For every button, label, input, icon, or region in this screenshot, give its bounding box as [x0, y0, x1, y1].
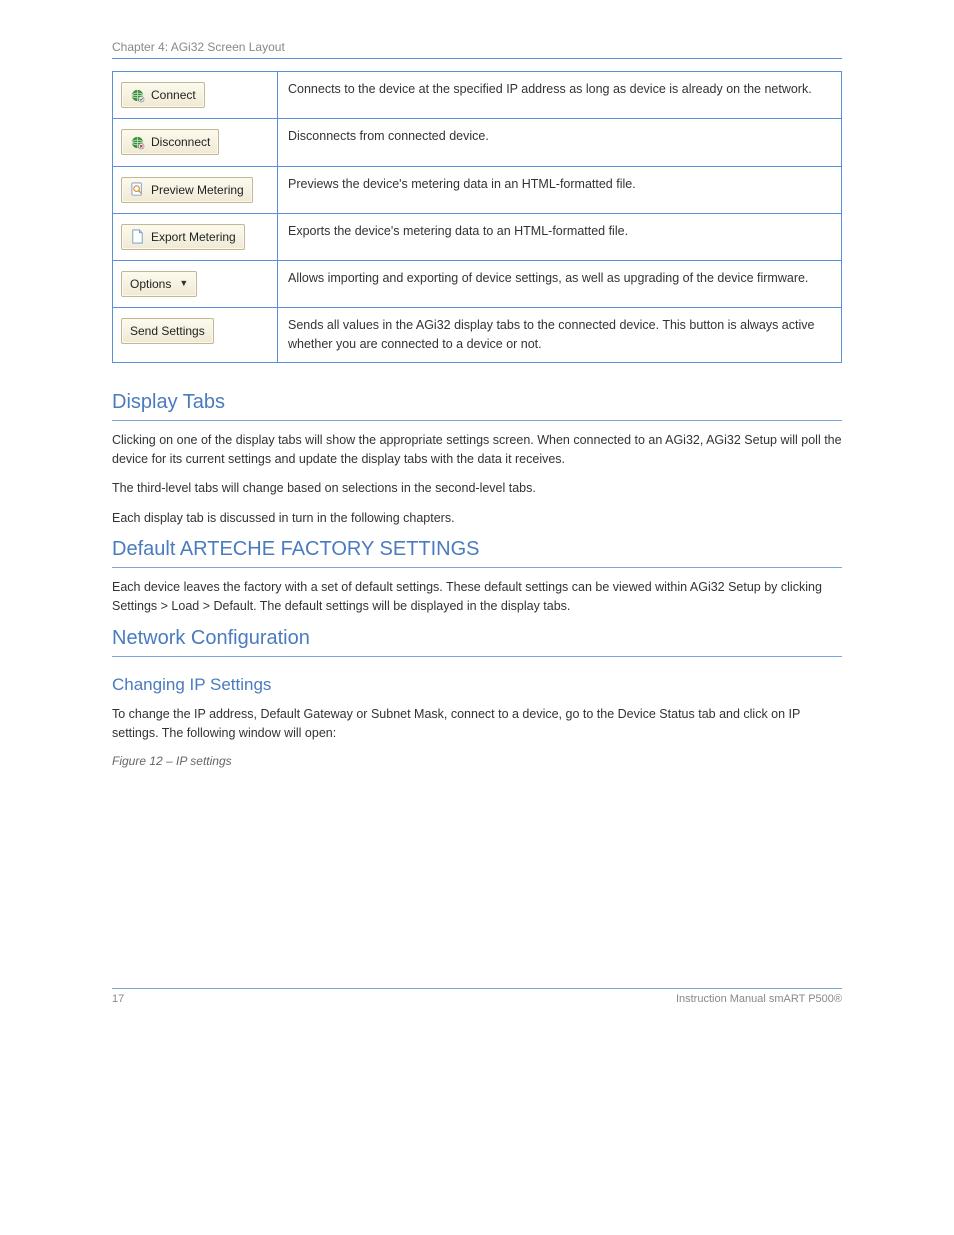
options-button[interactable]: Options ▼ — [121, 271, 197, 297]
button-description: Allows importing and exporting of device… — [278, 261, 842, 308]
chapter-header: Chapter 4: AGi32 Screen Layout — [112, 40, 842, 54]
button-description: Sends all values in the AGi32 display ta… — [278, 308, 842, 363]
page-number: 17 — [112, 993, 124, 1005]
page-icon — [130, 229, 145, 244]
section-display-tabs-title: Display Tabs — [112, 391, 842, 414]
button-label: Preview Metering — [151, 181, 244, 199]
globe-icon — [130, 88, 145, 103]
paragraph: To change the IP address, Default Gatewa… — [112, 705, 842, 744]
paragraph: Each device leaves the factory with a se… — [112, 578, 842, 617]
button-label: Disconnect — [151, 133, 210, 151]
button-label: Export Metering — [151, 228, 236, 246]
table-row: Disconnect Disconnects from connected de… — [113, 119, 842, 166]
globe-icon — [130, 135, 145, 150]
page-footer: 17 Instruction Manual smART P500® — [112, 989, 842, 1005]
chevron-down-icon: ▼ — [179, 277, 188, 291]
footer-brand: Instruction Manual smART P500® — [676, 993, 842, 1005]
subsection-changing-ip-title: Changing IP Settings — [112, 675, 842, 695]
divider — [112, 58, 842, 59]
divider — [112, 420, 842, 421]
table-row: Options ▼ Allows importing and exporting… — [113, 261, 842, 308]
table-row: Send Settings Sends all values in the AG… — [113, 308, 842, 363]
paragraph: Clicking on one of the display tabs will… — [112, 431, 842, 470]
connect-button[interactable]: Connect — [121, 82, 205, 108]
figure-caption: Figure 12 – IP settings — [112, 754, 842, 768]
button-label: Send Settings — [130, 322, 205, 340]
preview-metering-button[interactable]: Preview Metering — [121, 177, 253, 203]
section-default-settings-title: Default ARTECHE FACTORY SETTINGS — [112, 538, 842, 561]
paragraph: The third-level tabs will change based o… — [112, 479, 842, 498]
magnifier-icon — [130, 182, 145, 197]
table-row: Connect Connects to the device at the sp… — [113, 72, 842, 119]
section-network-config-title: Network Configuration — [112, 627, 842, 650]
disconnect-button[interactable]: Disconnect — [121, 129, 219, 155]
button-description: Disconnects from connected device. — [278, 119, 842, 166]
send-settings-button[interactable]: Send Settings — [121, 318, 214, 344]
table-row: Preview Metering Previews the device's m… — [113, 166, 842, 213]
buttons-table: Connect Connects to the device at the sp… — [112, 71, 842, 363]
button-description: Previews the device's metering data in a… — [278, 166, 842, 213]
button-label: Connect — [151, 86, 196, 104]
divider — [112, 656, 842, 657]
button-description: Exports the device's metering data to an… — [278, 213, 842, 260]
paragraph: Each display tab is discussed in turn in… — [112, 509, 842, 528]
divider — [112, 567, 842, 568]
button-label: Options — [130, 275, 171, 293]
export-metering-button[interactable]: Export Metering — [121, 224, 245, 250]
button-description: Connects to the device at the specified … — [278, 72, 842, 119]
table-row: Export Metering Exports the device's met… — [113, 213, 842, 260]
